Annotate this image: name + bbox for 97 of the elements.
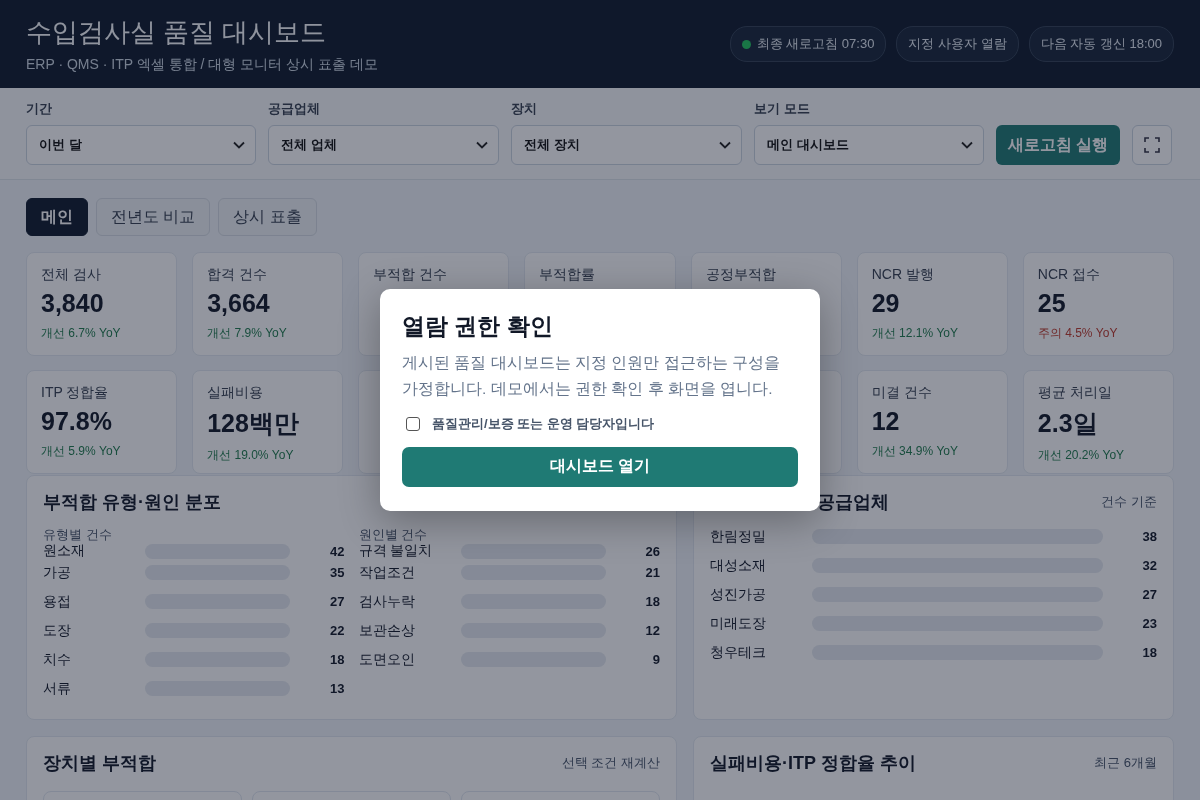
panel-title: 실패비용·ITP 정합율 추이	[710, 752, 916, 775]
bar-count: 18	[644, 594, 660, 609]
bar-count: 18	[329, 652, 345, 667]
filter-label: 보기 모드	[754, 100, 811, 118]
fullscreen-icon	[1144, 137, 1161, 153]
chip-text: 지정 사용자 열람	[908, 35, 1007, 53]
panel-title: 장치별 부적합	[43, 752, 156, 775]
filter-label: 기간	[26, 100, 53, 118]
chip-text: 다음 자동 갱신 18:00	[1040, 35, 1162, 53]
dashboard-subtitle: ERP · QMS · ITP 엑셀 통합 / 대형 모니터 상시 표출 데모	[26, 55, 378, 74]
kpi-change: 개선 19.0% YoY	[207, 447, 295, 464]
bar-count: 13	[329, 681, 345, 696]
filter-select[interactable]: 전체 장치	[511, 125, 742, 165]
group-heading: 유형별 건수	[43, 528, 113, 542]
caret-icon	[961, 141, 973, 149]
kpi-value: 2.3일	[1037, 408, 1099, 439]
kpi-label: 공정부적합	[705, 266, 777, 284]
bar-count: 9	[651, 652, 660, 667]
kpi-change: 개선 6.7% YoY	[41, 325, 122, 342]
refresh-button[interactable]: 새로고침 실행	[996, 125, 1121, 165]
kpi-value: 3,840	[41, 289, 105, 318]
bar-label: 작업조건	[358, 563, 416, 582]
kpi-change: 개선 12.1% YoY	[871, 325, 959, 342]
bar-label: 도면오인	[358, 650, 416, 669]
panel-title: 공급업체	[817, 491, 889, 514]
bar-count: 32	[1141, 558, 1157, 573]
bar-label: 미래도장	[710, 614, 767, 633]
kpi-change: 개선 20.2% YoY	[1037, 447, 1126, 464]
bar-label: 한림정밀	[710, 527, 767, 546]
bar-count: 27	[1141, 587, 1157, 602]
bar-label: 성진가공	[710, 585, 767, 604]
caret-icon	[719, 141, 731, 149]
bar-label: 서류	[43, 679, 72, 698]
filter-label: 장치	[511, 100, 538, 118]
bar-label: 도장	[43, 621, 72, 640]
group-heading: 원인별 건수	[358, 528, 429, 542]
kpi-change: 개선 5.9% YoY	[41, 443, 122, 460]
view-tab[interactable]: 메인	[26, 198, 88, 236]
bar-label: 용접	[43, 592, 72, 611]
bar-count: 22	[329, 623, 345, 638]
kpi-value: 25	[1037, 289, 1067, 318]
kpi-change: 주의 4.5% YoY	[1037, 325, 1119, 342]
kpi-label: NCR 발행	[871, 266, 935, 284]
kpi-label: 실패비용	[207, 384, 265, 402]
kpi-label: NCR 접수	[1037, 266, 1102, 284]
kpi-label: 평균 처리일	[1037, 384, 1113, 402]
panel-title: 부적합 유형·원인 분포	[43, 491, 222, 514]
caret-icon	[476, 141, 488, 149]
bar-label: 보관손상	[358, 621, 416, 640]
kpi-label: ITP 정합율	[41, 384, 110, 402]
bar-count: 38	[1141, 529, 1157, 544]
bar-label: 대성소재	[710, 556, 767, 575]
bar-count: 27	[329, 594, 345, 609]
dialog-title: 열람 권한 확인	[402, 312, 554, 341]
bar-label: 규격 불일치	[358, 542, 434, 560]
kpi-value: 29	[871, 289, 901, 318]
kpi-value: 3,664	[207, 289, 271, 318]
chip-text: 최종 새로고침 07:30	[756, 35, 875, 53]
filter-select[interactable]: 전체 업체	[268, 125, 499, 165]
bar-label: 가공	[43, 563, 72, 582]
kpi-label: 미결 건수	[871, 384, 933, 402]
bar-count: 21	[644, 565, 660, 580]
bar-count: 26	[644, 543, 660, 559]
bar-count: 23	[1141, 616, 1157, 631]
kpi-value: 128백만	[207, 408, 300, 439]
role-checkbox[interactable]	[406, 416, 420, 431]
view-tab[interactable]: 상시 표출	[218, 198, 317, 236]
kpi-label: 합격 건수	[207, 266, 269, 284]
kpi-label: 전체 검사	[41, 266, 102, 284]
bar-count: 35	[329, 565, 345, 580]
kpi-value: 97.8%	[41, 407, 113, 436]
panel-note: 최근 6개월	[1094, 754, 1157, 772]
kpi-label: 부적합률	[539, 266, 597, 284]
bar-label: 청우테크	[710, 643, 767, 662]
bar-count: 42	[329, 543, 345, 559]
filter-select[interactable]: 이번 달	[26, 125, 256, 165]
bar-label: 치수	[43, 650, 72, 669]
dashboard-title: 수입검사실 품질 대시보드	[26, 15, 328, 49]
kpi-value: 12	[871, 407, 901, 436]
status-dot-icon	[741, 39, 751, 49]
bar-count: 12	[644, 623, 660, 638]
open-dashboard-button[interactable]: 대시보드 열기	[402, 446, 798, 487]
checkbox-label: 품질관리/보증 또는 운영 담당자입니다	[432, 414, 655, 433]
kpi-label: 부적합 건수	[373, 266, 449, 284]
view-tab[interactable]: 전년도 비교	[96, 198, 211, 236]
caret-icon	[233, 141, 245, 149]
dialog-message: 게시된 품질 대시보드는 지정 인원만 접근하는 구성을 가정합니다. 데모에서는 권한 확인 후 화면을 엽니다.	[402, 353, 781, 400]
bar-count: 18	[1141, 645, 1157, 660]
filter-select[interactable]: 메인 대시보드	[754, 125, 984, 165]
panel-note: 건수 기준	[1101, 493, 1157, 511]
fullscreen-button[interactable]	[1132, 125, 1173, 165]
panel-note: 선택 조건 재계산	[561, 754, 660, 772]
bar-label: 검사누락	[358, 592, 416, 611]
kpi-change: 개선 34.9% YoY	[871, 443, 959, 460]
filter-label: 공급업체	[268, 100, 321, 118]
bar-label: 원소재	[43, 542, 86, 560]
kpi-change: 개선 7.9% YoY	[207, 325, 288, 342]
